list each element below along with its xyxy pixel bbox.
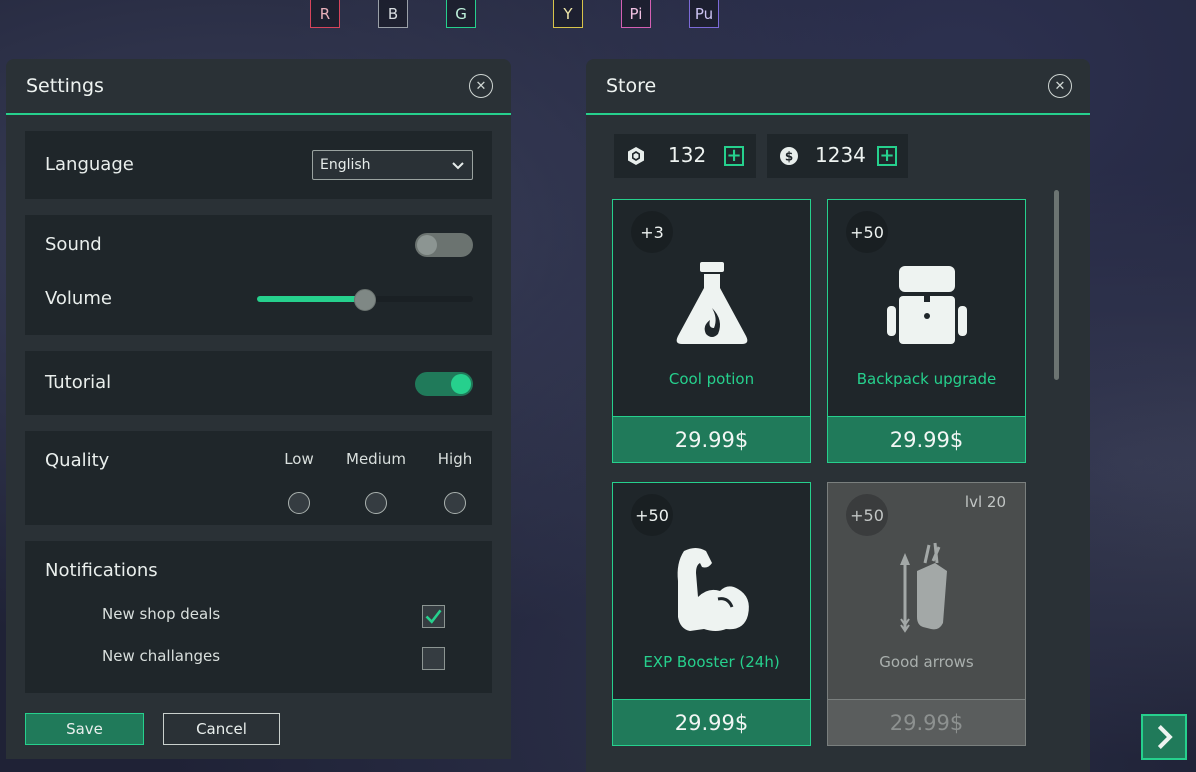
swatch-red[interactable]: R [310, 0, 340, 28]
next-button[interactable] [1141, 714, 1187, 760]
checkmark-icon [425, 609, 442, 624]
close-icon[interactable]: ✕ [469, 74, 493, 98]
swatch-yellow[interactable]: Y [553, 0, 583, 28]
coin-icon: $ [780, 147, 798, 165]
notification-challenges-checkbox[interactable] [422, 647, 445, 670]
audio-card: Sound Volume [25, 215, 492, 335]
volume-slider-fill [257, 296, 365, 302]
item-name: Good arrows [879, 653, 974, 671]
item-name: EXP Booster (24h) [643, 653, 780, 671]
item-price[interactable]: 29.99$ [613, 416, 810, 462]
notifications-card: Notifications New shop deals New challan… [25, 541, 492, 693]
item-quantity-badge: +50 [846, 494, 888, 536]
muscle-icon [677, 548, 749, 631]
chevron-down-icon [452, 162, 464, 170]
item-name: Backpack upgrade [856, 370, 997, 388]
notifications-label: Notifications [45, 560, 158, 581]
gem-currency: 132 + [614, 134, 756, 178]
item-price[interactable]: 29.99$ [828, 416, 1025, 462]
store-title: Store [606, 75, 657, 97]
quality-card: Quality Low Medium High [25, 431, 492, 525]
language-card: Language English [25, 131, 492, 199]
item-quantity-badge: +3 [631, 211, 673, 253]
item-price: 29.99$ [828, 699, 1025, 745]
item-quantity-badge: +50 [846, 211, 888, 253]
store-scrollbar[interactable] [1054, 190, 1059, 380]
notification-challenges-label: New challanges [102, 647, 221, 665]
sound-toggle-knob [417, 235, 437, 255]
swatch-green[interactable]: G [446, 0, 476, 28]
language-label: Language [45, 154, 134, 175]
sound-toggle[interactable] [415, 233, 473, 257]
backpack-icon [886, 266, 967, 344]
quality-option-high: High [437, 450, 473, 468]
tutorial-toggle[interactable] [415, 372, 473, 396]
settings-title: Settings [26, 75, 104, 97]
tutorial-toggle-knob [451, 374, 471, 394]
notification-shop-deals-checkbox[interactable] [422, 605, 445, 628]
gem-icon [628, 147, 644, 165]
store-item-good-arrows[interactable]: +50 lvl 20 Good arrows 29.99$ [827, 482, 1026, 746]
svg-text:$: $ [785, 150, 793, 164]
tutorial-label: Tutorial [45, 372, 112, 393]
quality-radio-medium[interactable] [365, 492, 387, 514]
sound-label: Sound [45, 234, 102, 255]
chevron-right-icon [1157, 725, 1173, 749]
notification-shop-deals-label: New shop deals [102, 605, 221, 623]
save-button[interactable]: Save [25, 713, 144, 745]
quality-radio-high[interactable] [444, 492, 466, 514]
store-item-backpack-upgrade[interactable]: +50 Backpack upgrade 29.99$ [827, 199, 1026, 463]
store-item-cool-potion[interactable]: +3 Cool potion 29.99$ [612, 199, 811, 463]
quality-option-low: Low [284, 450, 314, 468]
item-quantity-badge: +50 [631, 494, 673, 536]
swatch-blue[interactable]: B [378, 0, 408, 28]
swatch-purple[interactable]: Pu [689, 0, 719, 28]
quality-label: Quality [45, 450, 110, 471]
volume-slider[interactable] [257, 289, 473, 311]
swatch-pink[interactable]: Pi [621, 0, 651, 28]
store-item-exp-booster[interactable]: +50 EXP Booster (24h) 29.99$ [612, 482, 811, 746]
tutorial-card: Tutorial [25, 351, 492, 415]
cancel-button[interactable]: Cancel [163, 713, 280, 745]
item-name: Cool potion [668, 370, 755, 388]
store-header: Store ✕ [586, 59, 1090, 115]
potion-icon [676, 262, 747, 344]
coin-currency: $ 1234 + [767, 134, 908, 178]
gem-count: 132 [668, 143, 707, 167]
item-level-requirement: lvl 20 [964, 493, 1006, 511]
coin-count: 1234 [815, 143, 866, 167]
close-icon[interactable]: ✕ [1048, 74, 1072, 98]
add-coins-button[interactable]: + [877, 146, 897, 166]
volume-slider-thumb[interactable] [354, 289, 376, 311]
add-gems-button[interactable]: + [724, 146, 744, 166]
quality-option-medium: Medium [346, 450, 406, 468]
settings-panel: Settings ✕ Language English Sound Volume… [6, 59, 511, 759]
language-select[interactable]: English [312, 150, 473, 180]
quality-radio-low[interactable] [288, 492, 310, 514]
quiver-icon [899, 542, 947, 633]
item-price[interactable]: 29.99$ [613, 699, 810, 745]
volume-label: Volume [45, 288, 112, 309]
settings-header: Settings ✕ [6, 59, 511, 115]
language-value: English [320, 157, 371, 173]
